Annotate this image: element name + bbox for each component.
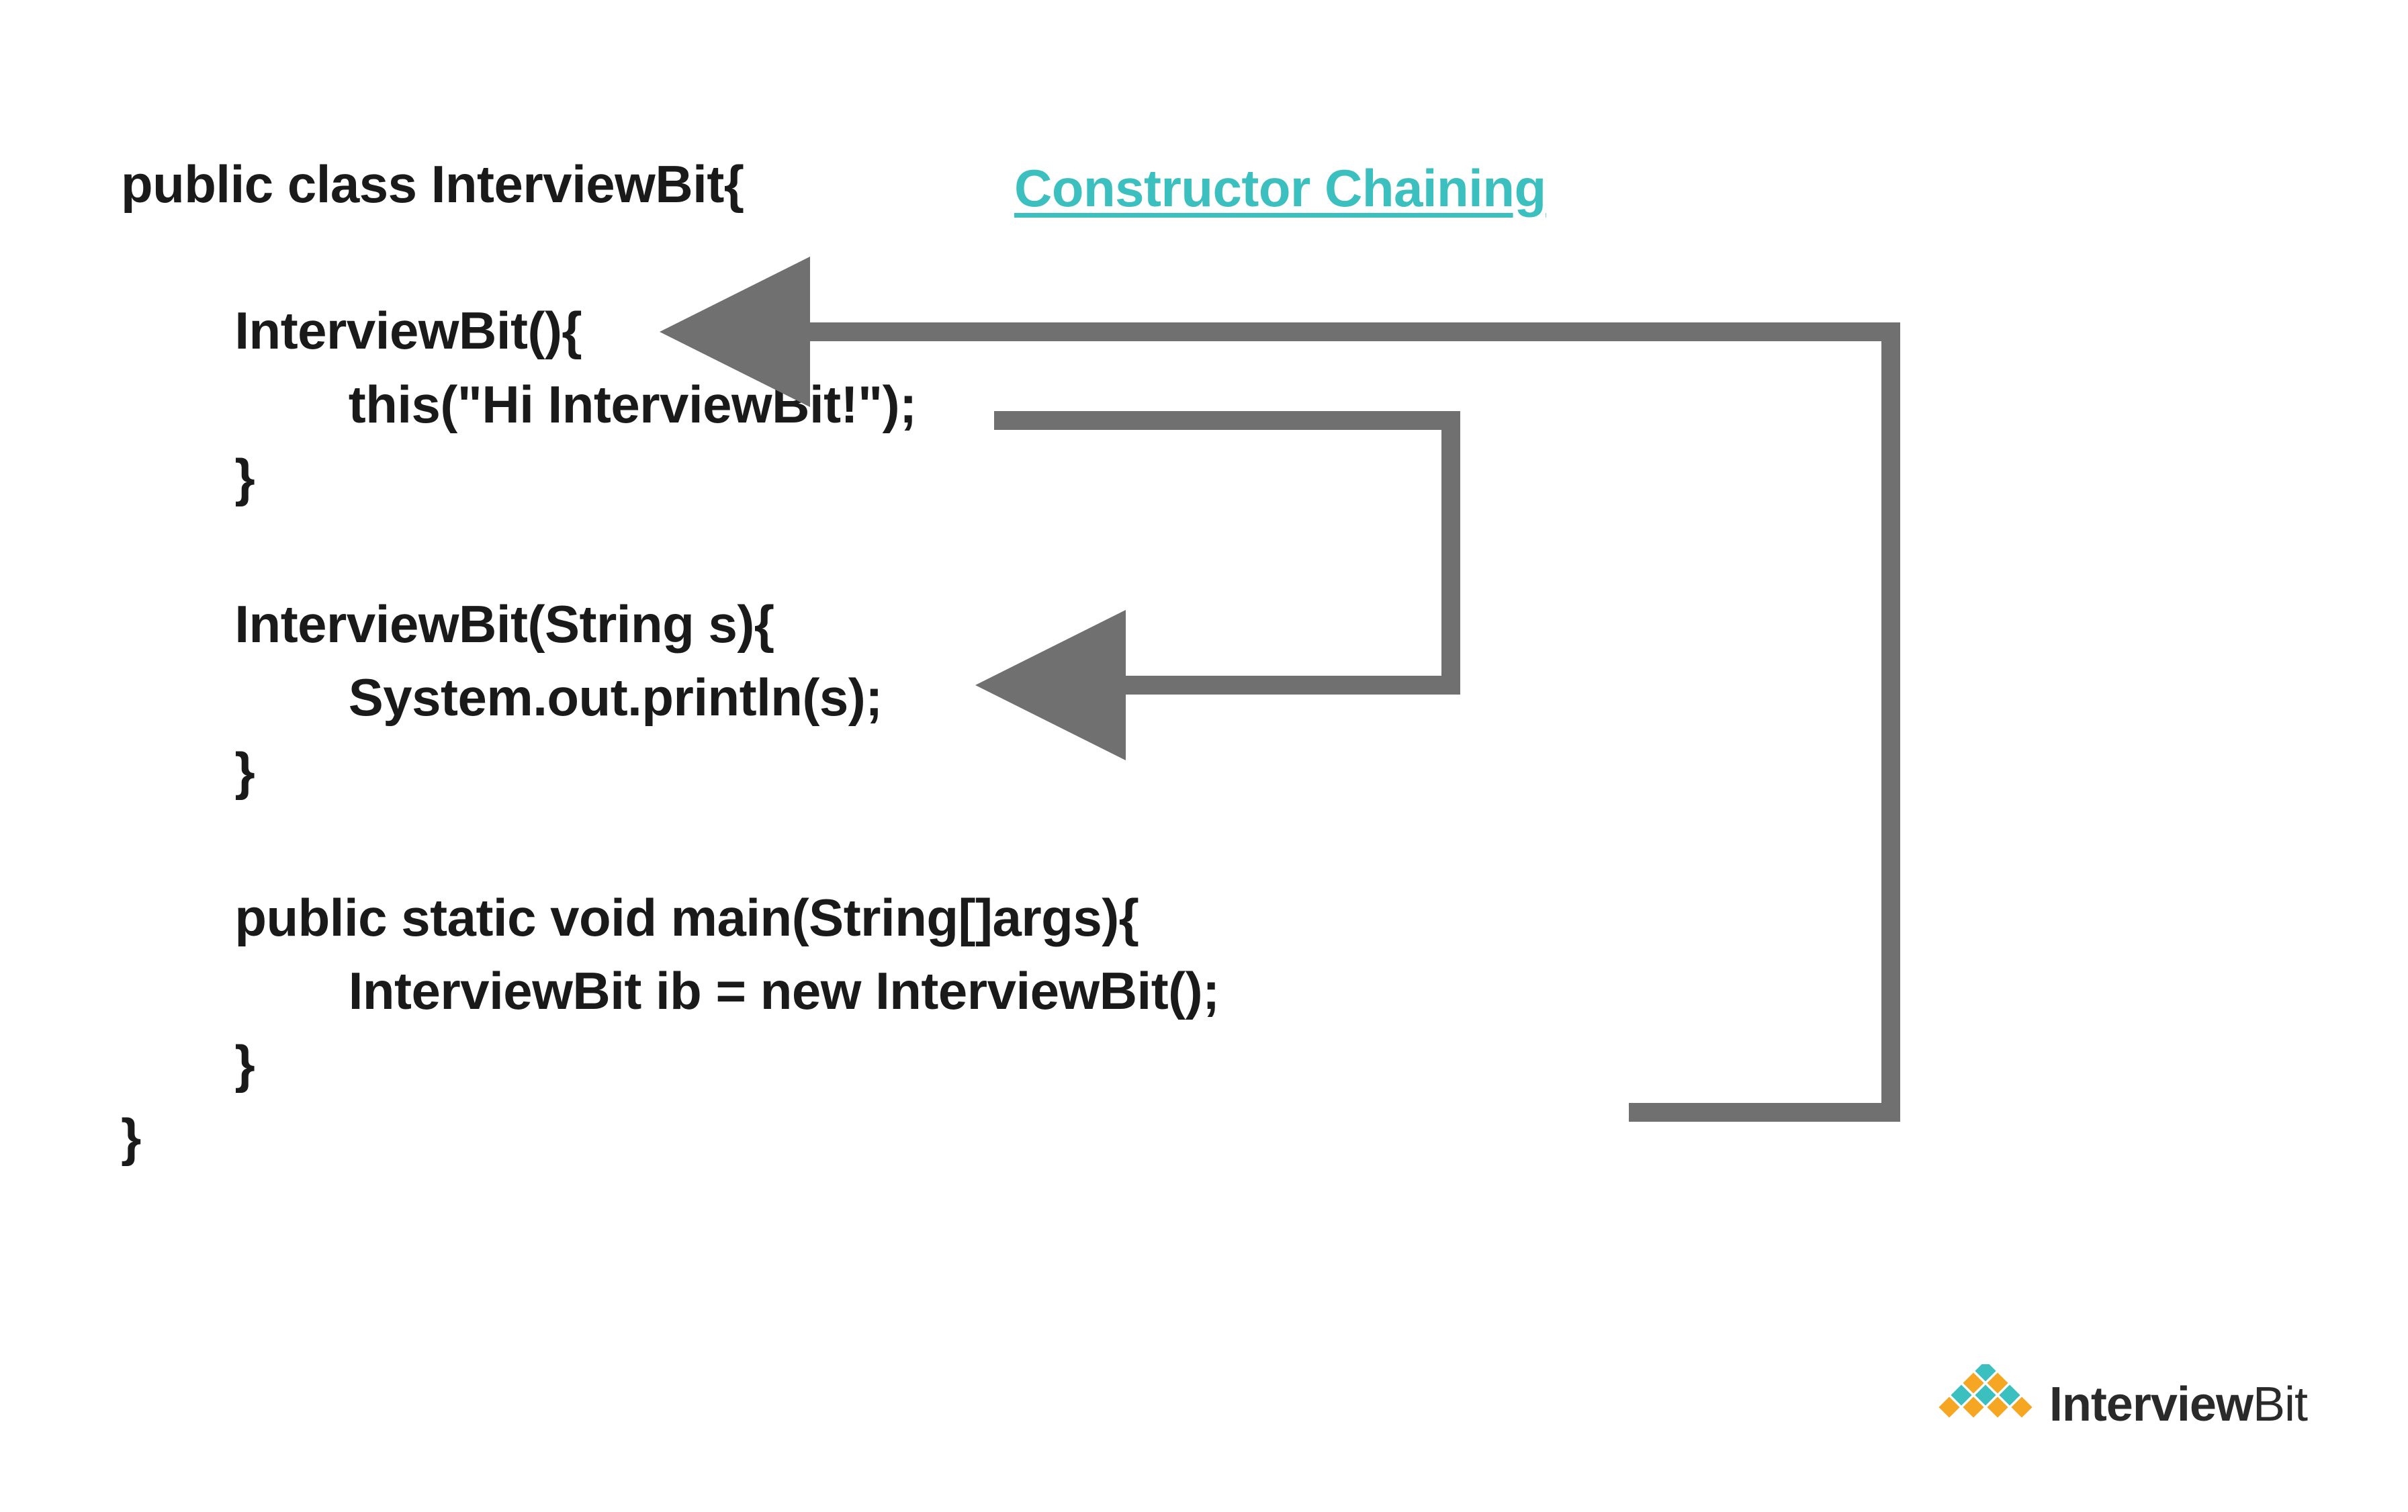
ctor1-close: }: [121, 441, 1220, 515]
main-body: InterviewBit ib = new InterviewBit();: [121, 954, 1220, 1028]
main-close: }: [121, 1028, 1220, 1101]
main-signature: public static void main(String[]args){: [121, 881, 1220, 954]
logo-text: InterviewBit: [2049, 1377, 2307, 1432]
ctor2-signature: InterviewBit(String s){: [121, 588, 1220, 661]
class-close: }: [121, 1101, 1220, 1174]
ctor1-body: this("Hi InterviewBit!");: [121, 368, 1220, 441]
interviewbit-logo: InterviewBit: [1935, 1364, 2307, 1445]
logo-icon: [1935, 1364, 2036, 1445]
ctor1-signature: InterviewBit(){: [121, 294, 1220, 367]
ctor2-body: System.out.println(s);: [121, 661, 1220, 734]
code-block: public class InterviewBit{ InterviewBit(…: [121, 148, 1220, 1175]
class-declaration: public class InterviewBit{: [121, 148, 1220, 221]
ctor2-close: }: [121, 735, 1220, 808]
